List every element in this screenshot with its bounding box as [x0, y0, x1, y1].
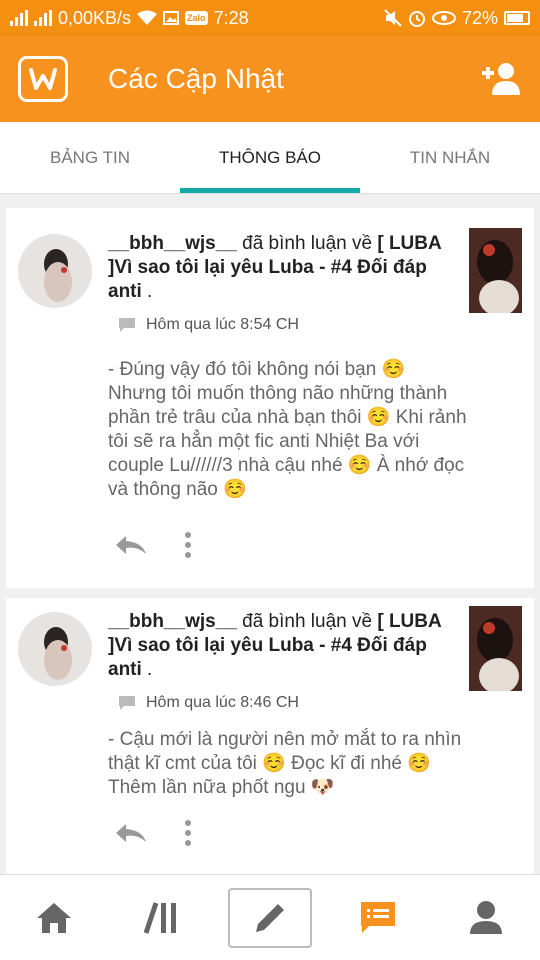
gallery-icon	[163, 11, 180, 25]
more-options-icon[interactable]	[184, 820, 192, 846]
nav-library[interactable]	[120, 888, 204, 948]
nav-profile[interactable]	[444, 888, 528, 948]
notification-card[interactable]: __bbh__wjs__ đã bình luận về [ LUBA ]Vì …	[6, 208, 534, 588]
comment-icon	[119, 696, 135, 710]
tab-notifications[interactable]: THÔNG BÁO	[180, 122, 360, 193]
status-right: 72%	[384, 8, 530, 29]
nav-write[interactable]	[228, 887, 312, 948]
comment-icon	[119, 318, 135, 332]
username-link[interactable]: __bbh__wjs__	[108, 611, 237, 632]
reply-icon[interactable]	[114, 534, 148, 556]
card-actions	[114, 532, 192, 558]
avatar[interactable]	[18, 234, 92, 308]
pencil-icon	[256, 903, 284, 932]
tab-bar: BẢNG TIN THÔNG BÁO TIN NHẮN	[0, 122, 540, 194]
updates-icon	[361, 901, 395, 933]
bottom-navigation	[0, 874, 540, 960]
profile-icon	[470, 900, 502, 934]
reply-icon[interactable]	[114, 822, 148, 844]
app-bar: Các Cập Nhật	[0, 36, 540, 122]
timestamp: Hôm qua lúc 8:54 CH	[118, 316, 299, 334]
notification-headline[interactable]: __bbh__wjs__ đã bình luận về [ LUBA ]Vì …	[108, 610, 448, 682]
signal-icon-2	[34, 10, 52, 26]
alarm-icon	[408, 11, 425, 27]
username-link[interactable]: __bbh__wjs__	[108, 233, 237, 254]
story-thumbnail[interactable]	[469, 228, 522, 313]
avatar[interactable]	[18, 612, 92, 686]
zalo-icon: Zalo	[185, 11, 208, 25]
add-friend-icon[interactable]	[478, 61, 522, 97]
timestamp: Hôm qua lúc 8:46 CH	[118, 694, 299, 712]
end-text: .	[141, 281, 153, 302]
notification-headline[interactable]: __bbh__wjs__ đã bình luận về [ LUBA ]Vì …	[108, 232, 448, 304]
status-bar: 0,00KB/s Zalo 7:28 72%	[0, 0, 540, 36]
timestamp-text: Hôm qua lúc 8:54 CH	[146, 316, 299, 333]
card-actions	[114, 820, 192, 846]
timestamp-text: Hôm qua lúc 8:46 CH	[146, 694, 299, 711]
notification-card[interactable]: __bbh__wjs__ đã bình luận về [ LUBA ]Vì …	[6, 598, 534, 874]
wifi-icon	[137, 10, 158, 25]
library-icon	[144, 901, 176, 934]
mute-icon	[384, 9, 402, 27]
wattpad-logo-icon[interactable]	[18, 56, 68, 102]
comment-body: - Đúng vậy đó tôi không nói bạn ☺️ Nhưng…	[108, 359, 467, 500]
eye-icon	[431, 11, 456, 25]
page-title: Các Cập Nhật	[108, 63, 284, 94]
network-speed: 0,00KB/s	[58, 7, 132, 28]
story-thumbnail[interactable]	[469, 606, 522, 691]
action-text: đã bình luận về	[236, 233, 378, 254]
tab-news-feed[interactable]: BẢNG TIN	[0, 122, 180, 193]
tab-messages[interactable]: TIN NHẮN	[360, 122, 540, 193]
action-text: đã bình luận về	[236, 611, 378, 632]
signal-icon	[10, 10, 28, 26]
end-text: .	[141, 659, 153, 680]
notification-feed[interactable]: __bbh__wjs__ đã bình luận về [ LUBA ]Vì …	[0, 194, 540, 874]
home-icon	[37, 902, 71, 933]
more-options-icon[interactable]	[184, 532, 192, 558]
status-left: 0,00KB/s Zalo 7:28	[10, 8, 249, 29]
comment-body: - Cậu mới là người nên mở mắt to ra nhìn…	[108, 729, 462, 798]
battery-percent: 72%	[461, 7, 498, 28]
nav-updates[interactable]	[336, 888, 420, 948]
battery-icon	[504, 11, 530, 25]
nav-home[interactable]	[12, 888, 96, 948]
status-time: 7:28	[213, 7, 249, 28]
